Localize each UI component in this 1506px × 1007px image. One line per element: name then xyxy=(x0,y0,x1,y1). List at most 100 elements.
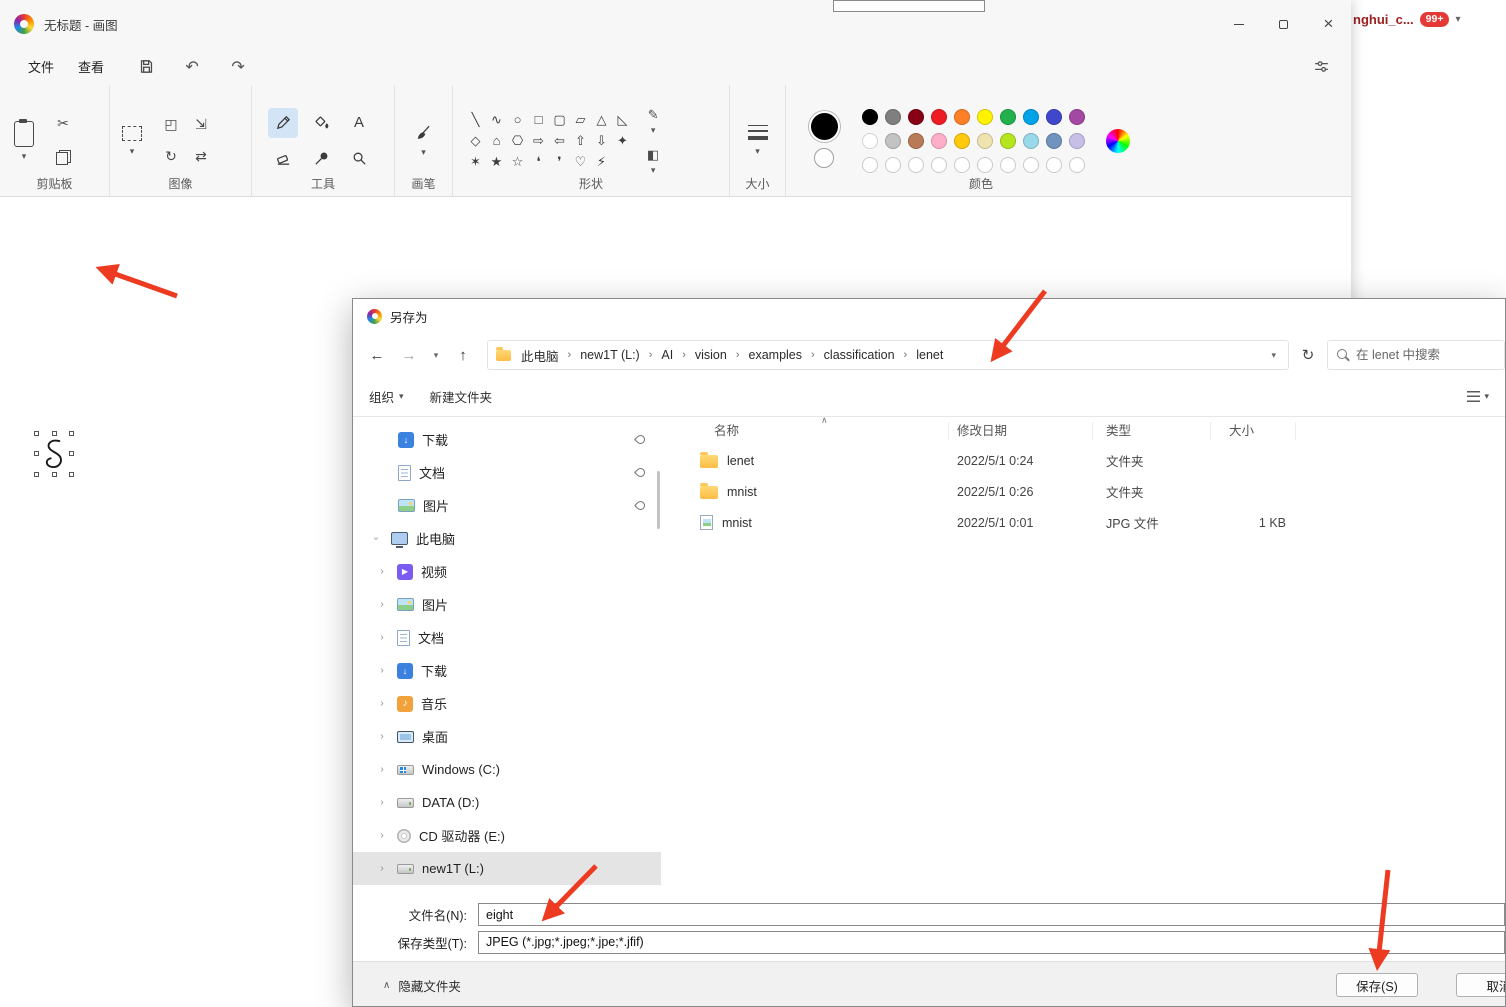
sidebar-tree-item[interactable]: › ♪ 音乐 xyxy=(353,687,661,720)
sidebar-tree-item[interactable]: › 图片 xyxy=(353,588,661,621)
selection-handle[interactable] xyxy=(52,472,57,477)
file-row[interactable]: mnist 2022/5/1 0:01 JPG 文件 1 KB xyxy=(661,507,1505,538)
palette-empty-swatch[interactable] xyxy=(953,156,970,173)
back-button[interactable]: ← xyxy=(363,341,391,369)
chevron-collapsed-icon[interactable]: › xyxy=(375,566,389,577)
palette-empty-swatch[interactable] xyxy=(1068,156,1085,173)
shape-fill-button[interactable]: ◧ ▾ xyxy=(647,147,659,175)
chevron-collapsed-icon[interactable]: › xyxy=(375,797,389,808)
brushes-button[interactable]: ▾ xyxy=(395,124,452,157)
cut-button[interactable]: ✂ xyxy=(52,113,74,135)
palette-swatch[interactable] xyxy=(907,108,924,125)
selection-handle[interactable] xyxy=(34,472,39,477)
search-input[interactable] xyxy=(1356,348,1476,362)
copy-button[interactable] xyxy=(52,147,74,169)
selection-handle[interactable] xyxy=(69,451,74,456)
palette-swatch[interactable] xyxy=(999,108,1016,125)
redo-icon[interactable]: ↷ xyxy=(222,57,254,77)
fill-tool[interactable] xyxy=(306,108,336,138)
up-button[interactable]: ↑ xyxy=(449,341,477,369)
breadcrumb-item[interactable]: new1T (L:) xyxy=(578,348,642,362)
chevron-collapsed-icon[interactable]: › xyxy=(375,830,389,841)
eraser-tool[interactable] xyxy=(268,144,298,174)
shape-tool[interactable]: ✶ xyxy=(465,151,486,172)
chevron-collapsed-icon[interactable]: › xyxy=(375,863,389,874)
sidebar-tree-item[interactable]: › DATA (D:) xyxy=(353,786,661,819)
breadcrumb-item[interactable]: lenet xyxy=(914,348,945,362)
menu-view[interactable]: 查看 xyxy=(66,52,116,81)
palette-swatch[interactable] xyxy=(861,132,878,149)
chevron-collapsed-icon[interactable]: › xyxy=(375,599,389,610)
palette-swatch[interactable] xyxy=(1045,108,1062,125)
sidebar-tree-item[interactable]: › Windows (C:) xyxy=(353,753,661,786)
new-folder-button[interactable]: 新建文件夹 xyxy=(430,387,493,406)
undo-icon[interactable]: ↶ xyxy=(176,57,208,77)
palette-swatch[interactable] xyxy=(953,132,970,149)
palette-empty-swatch[interactable] xyxy=(907,156,924,173)
file-row[interactable]: lenet 2022/5/1 0:24 文件夹 xyxy=(661,445,1505,476)
settings-icon[interactable] xyxy=(1305,58,1337,75)
breadcrumb-item[interactable]: classification xyxy=(822,348,897,362)
filetype-select[interactable]: JPEG (*.jpg;*.jpeg;*.jpe;*.jfif) xyxy=(478,931,1505,954)
shape-tool[interactable]: ❜ xyxy=(549,151,570,172)
hide-folders-button[interactable]: ∧ 隐藏文件夹 xyxy=(383,976,461,995)
sidebar-tree-item[interactable]: › new1T (L:) xyxy=(353,852,661,885)
file-row[interactable]: mnist 2022/5/1 0:26 文件夹 xyxy=(661,476,1505,507)
background-color-swatch[interactable] xyxy=(814,148,834,168)
shape-tool[interactable]: ☆ xyxy=(507,151,528,172)
cancel-button[interactable]: 取消 xyxy=(1456,973,1505,997)
palette-swatch[interactable] xyxy=(861,108,878,125)
breadcrumb-item[interactable]: 此电脑 xyxy=(519,346,561,365)
selection-handle[interactable] xyxy=(69,431,74,436)
view-list-icon[interactable] xyxy=(1467,391,1481,402)
sidebar-tree-item[interactable]: › ↓ 下载 xyxy=(353,654,661,687)
shape-tool[interactable]: ▱ xyxy=(570,109,591,130)
shape-tool[interactable]: □ xyxy=(528,109,549,130)
shape-tool[interactable]: ⌂ xyxy=(486,130,507,151)
sidebar-quick-item[interactable]: 图片 xyxy=(353,489,661,522)
save-button[interactable]: 保存(S) xyxy=(1336,973,1418,997)
palette-swatch[interactable] xyxy=(976,108,993,125)
selection-handle[interactable] xyxy=(69,472,74,477)
close-button[interactable]: × xyxy=(1306,0,1351,48)
text-tool[interactable]: A xyxy=(344,108,374,138)
resize-button[interactable]: ⇲ xyxy=(195,116,207,133)
forward-button[interactable]: → xyxy=(395,341,423,369)
pencil-tool[interactable] xyxy=(268,107,298,138)
address-bar[interactable]: 此电脑 › new1T (L:) › AI › vision › examples › classi… xyxy=(487,340,1289,370)
account-area[interactable]: nghui_c... 99+ ▾ xyxy=(1345,0,1506,27)
sidebar-tree-item[interactable]: › 文档 xyxy=(353,621,661,654)
palette-swatch[interactable] xyxy=(1068,132,1085,149)
palette-swatch[interactable] xyxy=(1045,132,1062,149)
palette-empty-swatch[interactable] xyxy=(1022,156,1039,173)
sidebar-tree-item[interactable]: › 桌面 xyxy=(353,720,661,753)
palette-swatch[interactable] xyxy=(884,108,901,125)
palette-empty-swatch[interactable] xyxy=(999,156,1016,173)
shape-tool[interactable]: ⇧ xyxy=(570,130,591,151)
shape-outline-button[interactable]: ✎ ▾ xyxy=(647,107,659,135)
palette-empty-swatch[interactable] xyxy=(861,156,878,173)
size-button[interactable]: ▾ xyxy=(730,125,785,156)
shape-tool[interactable]: ◇ xyxy=(465,130,486,151)
shape-tool[interactable]: ∿ xyxy=(486,109,507,130)
header-size[interactable]: 大小 xyxy=(1211,422,1296,440)
address-dropdown-icon[interactable]: ▾ xyxy=(1267,350,1280,361)
palette-empty-swatch[interactable] xyxy=(976,156,993,173)
rotate-button[interactable]: ↻ xyxy=(165,148,177,165)
shape-tool[interactable]: ⇦ xyxy=(549,130,570,151)
shape-tool[interactable]: ○ xyxy=(507,109,528,130)
chevron-expanded-icon[interactable]: › xyxy=(371,532,382,546)
shape-tool[interactable]: ⚡ xyxy=(591,151,612,172)
chevron-collapsed-icon[interactable]: › xyxy=(375,698,389,709)
header-type[interactable]: 类型 xyxy=(1093,422,1211,440)
shape-tool[interactable]: ◺ xyxy=(612,109,633,130)
breadcrumb-item[interactable]: AI xyxy=(659,348,675,362)
selection-handle[interactable] xyxy=(52,431,57,436)
shape-tool[interactable]: ⇩ xyxy=(591,130,612,151)
shape-tool[interactable]: ♡ xyxy=(570,151,591,172)
palette-swatch[interactable] xyxy=(930,132,947,149)
shape-tool[interactable]: ╲ xyxy=(465,109,486,130)
shape-tool[interactable]: ⇨ xyxy=(528,130,549,151)
sidebar-tree-item[interactable]: › ▶ 视频 xyxy=(353,555,661,588)
chevron-collapsed-icon[interactable]: › xyxy=(375,632,389,643)
